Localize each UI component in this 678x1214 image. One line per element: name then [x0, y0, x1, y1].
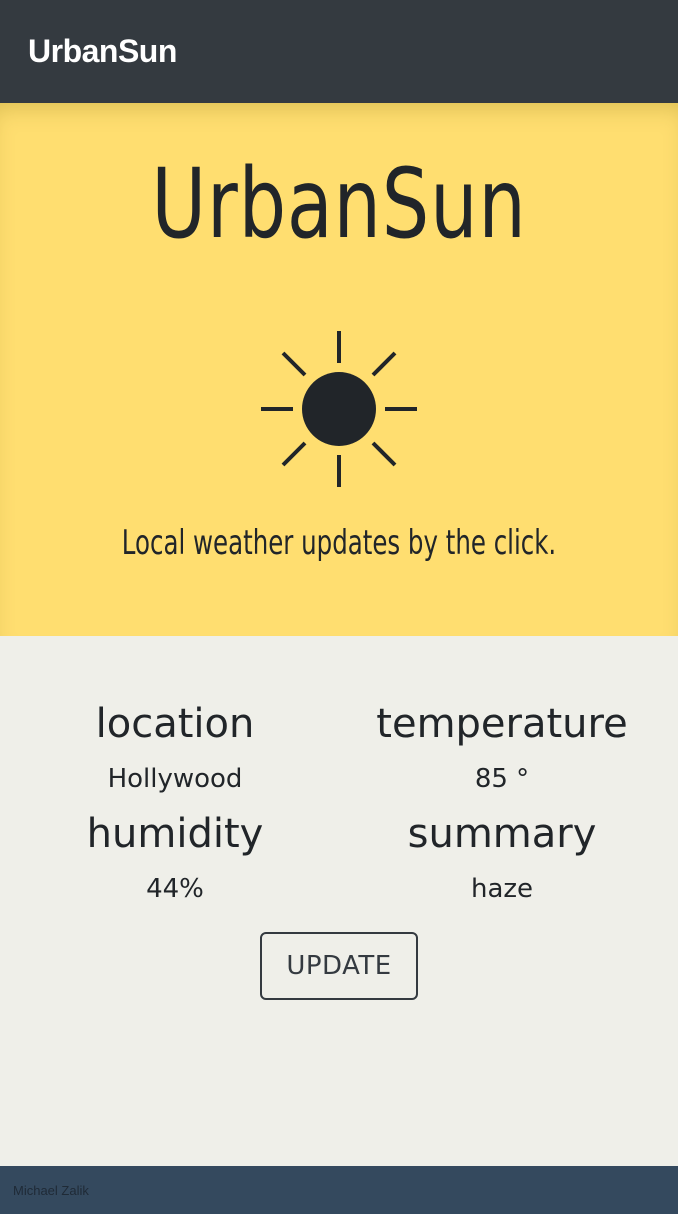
- humidity-value: 44%: [146, 874, 204, 904]
- footer: Michael Zalik: [0, 1166, 678, 1214]
- sun-icon: [261, 331, 417, 487]
- location-block: location Hollywood: [25, 702, 325, 794]
- footer-author: Michael Zalik: [13, 1182, 89, 1198]
- humidity-label: humidity: [86, 811, 264, 857]
- summary-block: summary haze: [352, 812, 652, 904]
- hero-section: UrbanSun Local weather updates by the cl…: [0, 103, 678, 636]
- tagline: Local weather updates by the click.: [121, 523, 557, 563]
- humidity-block: humidity 44%: [25, 812, 325, 904]
- location-value: Hollywood: [107, 764, 243, 794]
- hero-title: UrbanSun: [151, 148, 527, 260]
- temperature-block: temperature 85 °: [352, 702, 652, 794]
- update-button[interactable]: UPDATE: [260, 932, 418, 1000]
- navbar: UrbanSun: [0, 0, 678, 103]
- temperature-value: 85 °: [474, 764, 530, 794]
- weather-panel: location Hollywood temperature 85 ° humi…: [0, 636, 678, 1166]
- summary-label: summary: [407, 811, 597, 857]
- brand-link[interactable]: UrbanSun: [28, 33, 177, 70]
- summary-value: haze: [470, 874, 534, 904]
- temperature-label: temperature: [376, 701, 628, 747]
- location-label: location: [95, 701, 255, 747]
